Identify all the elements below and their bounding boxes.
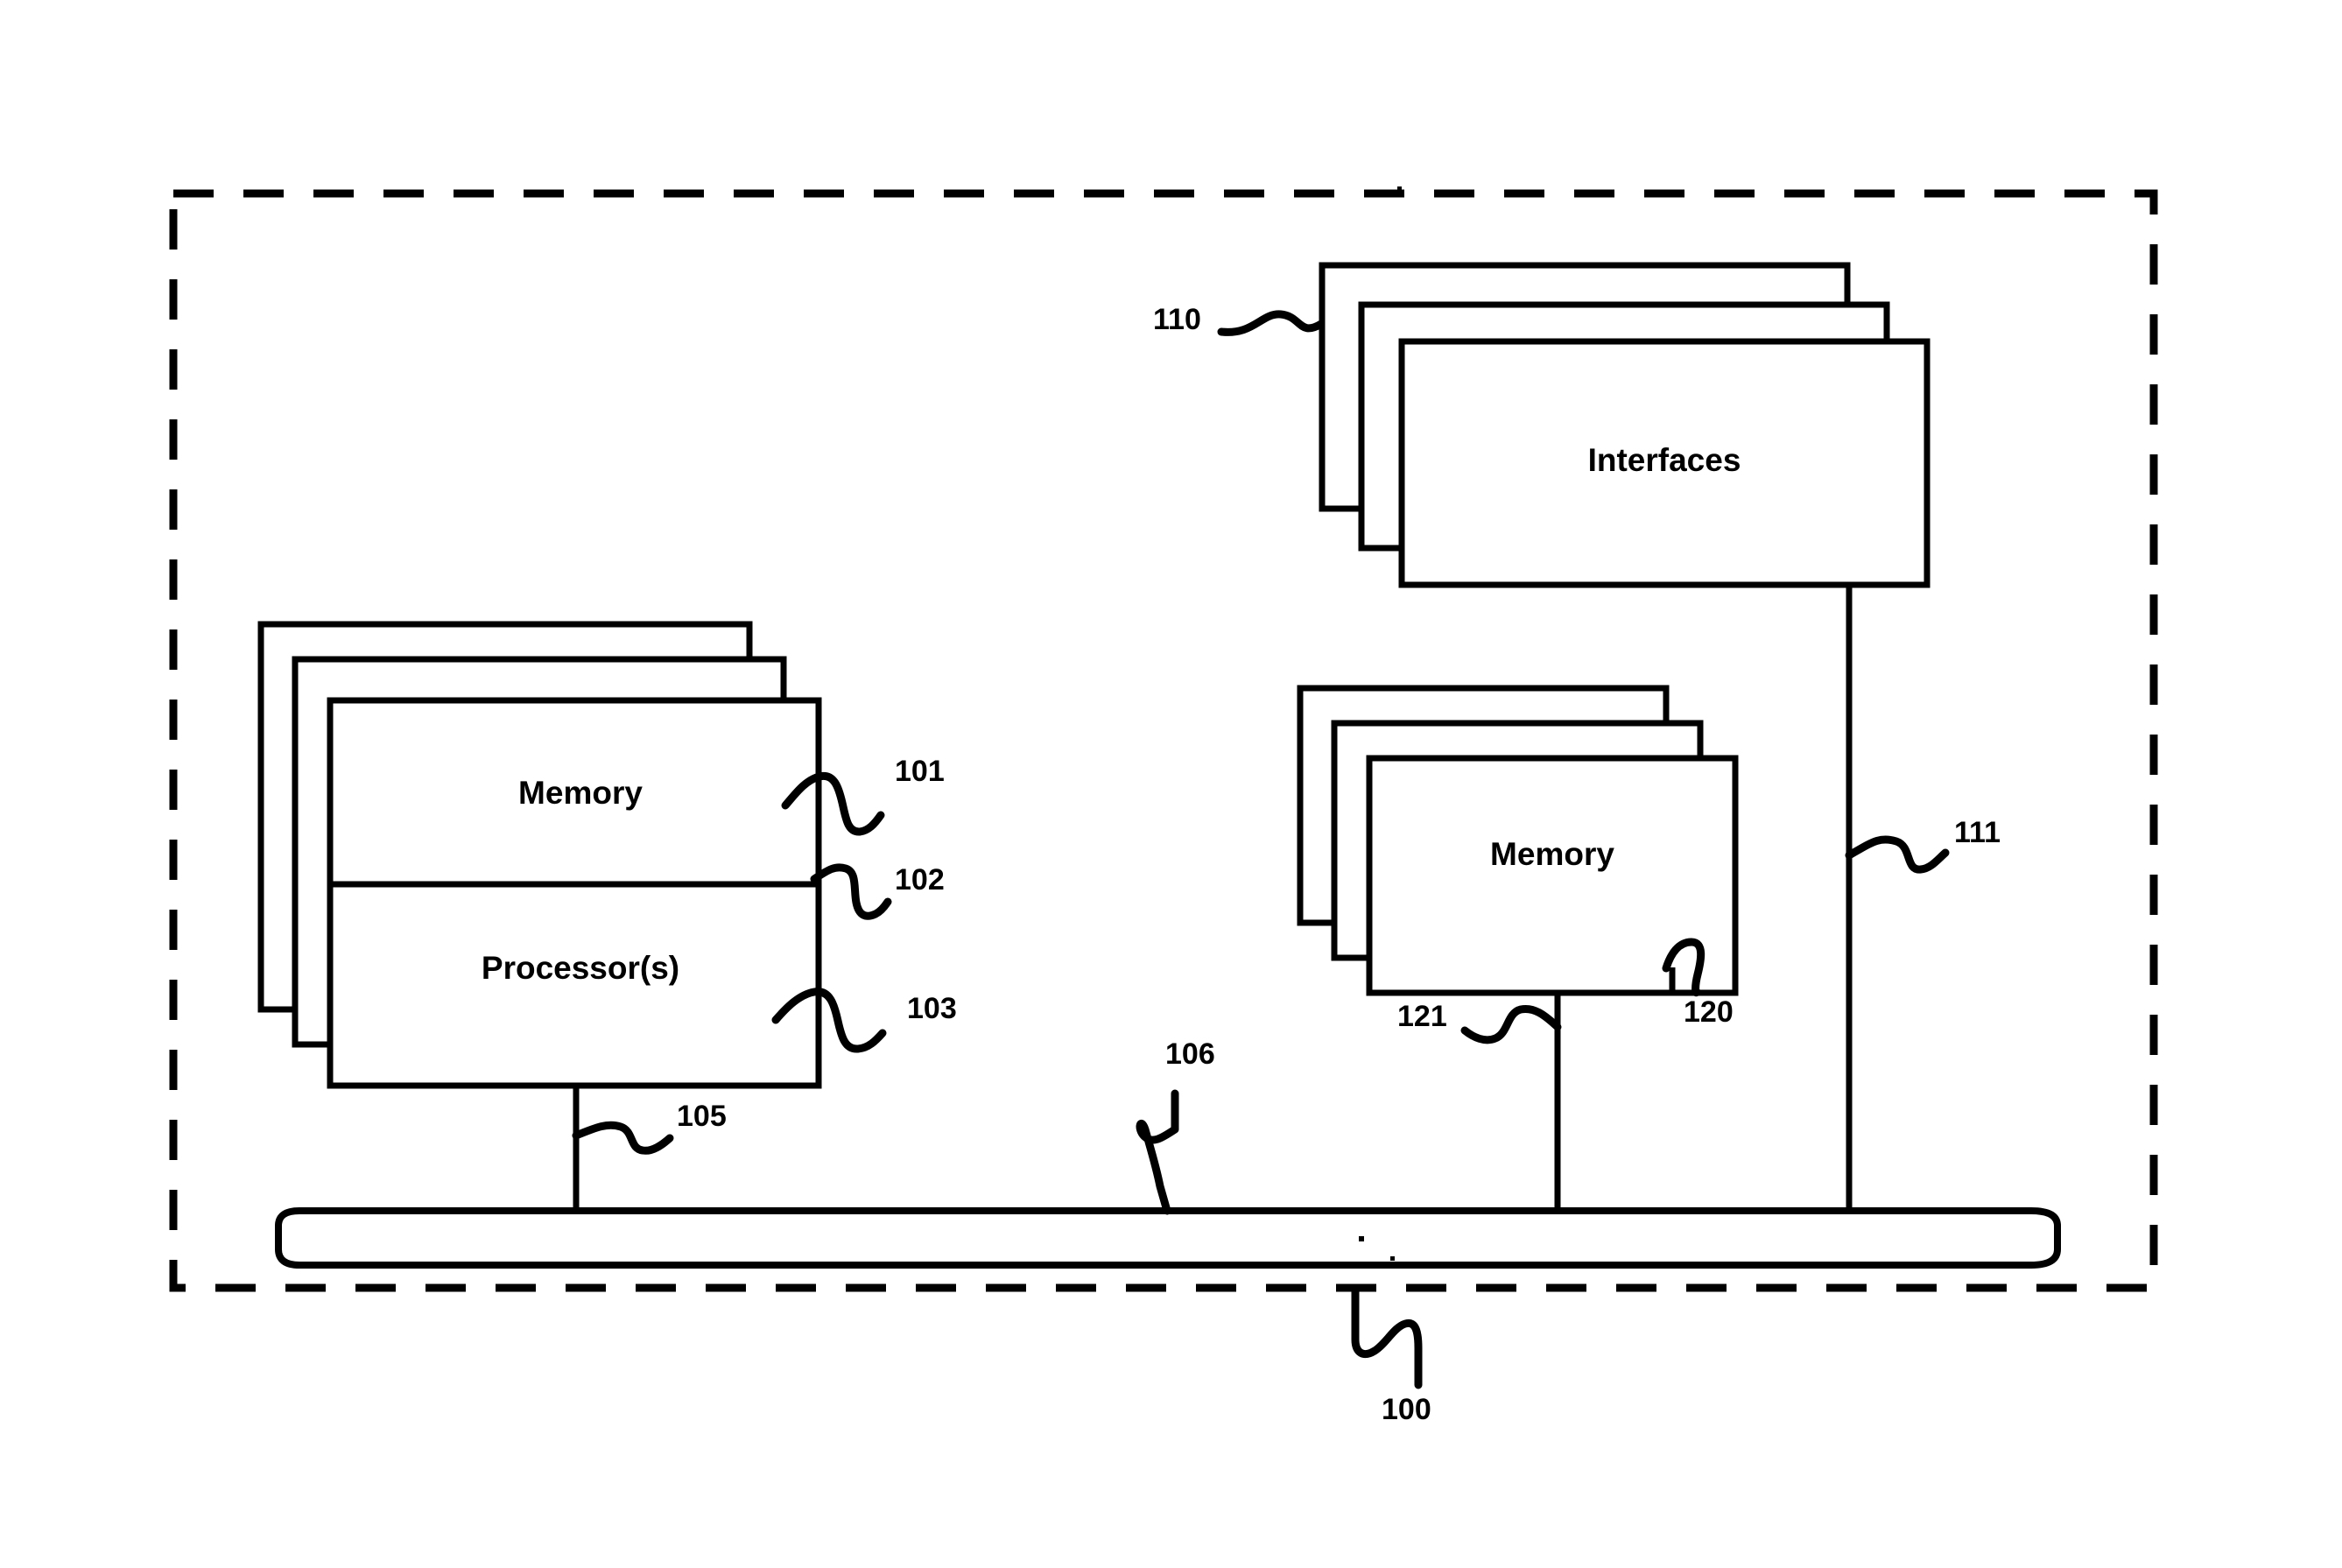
diagram-canvas: Interfaces 110 111 Memory Processor(s) 1… [169,186,2158,1426]
leader-line-110 [1217,310,1326,336]
memory-left-label: Memory [518,775,643,811]
ref-numeral-110: 110 [1153,303,1201,336]
ref-numeral-111: 111 [1954,816,2001,849]
ref-numeral-121: 121 [1397,1000,1447,1033]
patent-figure: Interfaces 110 111 Memory Processor(s) 1… [0,0,2342,1568]
memory-right-label: Memory [1490,836,1614,872]
leader-line-106 [1136,1089,1179,1215]
leader-line-102 [810,863,892,920]
leader-line-111 [1845,835,1950,874]
ref-numeral-100: 100 [1382,1393,1431,1426]
ref-numeral-105: 105 [677,1100,727,1133]
interfaces-label: Interfaces [1588,442,1741,478]
scan-speck-bus-2 [1390,1256,1395,1261]
processors-label: Processor(s) [482,950,679,986]
scan-speck-bus [1359,1236,1364,1241]
ref-numeral-106: 106 [1165,1037,1215,1071]
memory-processor-card-front [327,697,822,1089]
system-bus [275,1207,2061,1269]
memory-right-card-front [1366,755,1739,996]
ref-numeral-101: 101 [895,755,945,788]
leader-line-121 [1460,1004,1562,1044]
ref-numeral-103: 103 [907,992,957,1025]
scan-speck-top [1397,186,1402,191]
ref-numeral-120: 120 [1684,995,1734,1029]
leader-line-105 [572,1121,674,1155]
ref-numeral-102: 102 [895,863,945,897]
leader-line-100 [1351,1286,1423,1389]
